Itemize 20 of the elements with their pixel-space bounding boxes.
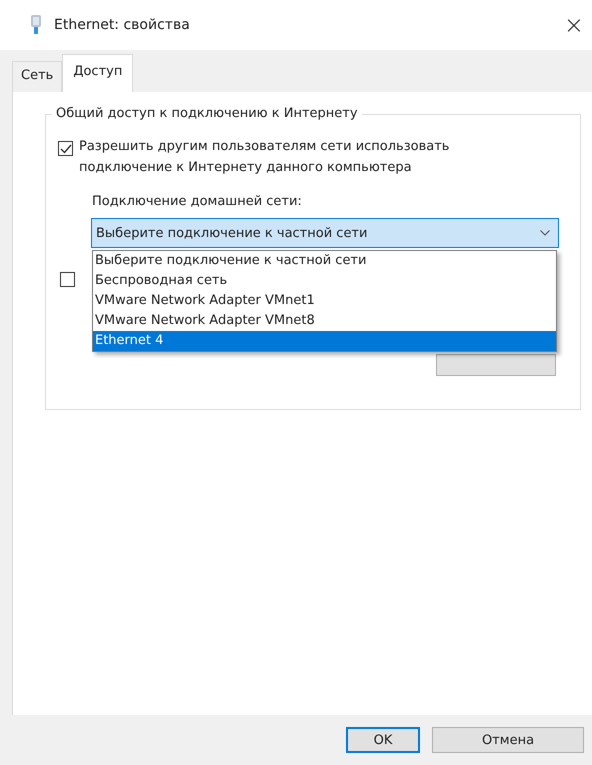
checkbox-label: Разрешить другим пользователям сети использовать подключение к Интернету данного компьютера — [79, 138, 450, 177]
dropdown-option[interactable]: Беспроводная сеть — [93, 271, 556, 291]
network-adapter-icon — [30, 15, 42, 35]
field-label: Подключение домашней сети: — [92, 194, 303, 209]
chevron-down-icon — [540, 230, 550, 236]
checkbox[interactable] — [58, 141, 73, 156]
checkbox[interactable] — [60, 272, 75, 287]
dropdown-option[interactable]: VMware Network Adapter VMnet1 — [93, 291, 556, 311]
ok-button[interactable]: OK — [346, 727, 420, 753]
window-title: Ethernet: свойства — [54, 17, 191, 33]
close-button[interactable]: × — [558, 11, 590, 39]
tab[interactable]: Сеть — [12, 61, 62, 92]
tab[interactable]: Доступ — [62, 54, 134, 92]
dropdown-option[interactable]: Ethernet 4 — [93, 331, 556, 351]
group-title: Общий доступ к подключению к Интернету — [52, 106, 362, 121]
settings-button[interactable] — [436, 354, 556, 376]
dropdown-option[interactable]: Выберите подключение к частной сети — [93, 251, 556, 271]
cancel-button[interactable]: Отмена — [432, 727, 584, 753]
dropdown[interactable]: Выберите подключение к частной сети — [91, 218, 559, 248]
dropdown-option[interactable]: VMware Network Adapter VMnet8 — [93, 311, 556, 331]
